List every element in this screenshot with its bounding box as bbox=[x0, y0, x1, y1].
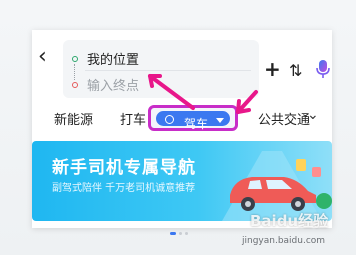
swap-button[interactable]: ⇅ bbox=[289, 61, 302, 81]
route-line bbox=[74, 64, 77, 80]
tab-new-energy[interactable]: 新能源 bbox=[54, 109, 93, 128]
carousel-dot bbox=[179, 232, 182, 235]
chevron-down-icon: ⌄ bbox=[307, 107, 319, 123]
input-divider bbox=[85, 70, 251, 71]
mic-icon bbox=[316, 60, 330, 78]
tab-driving[interactable]: 驾车 bbox=[156, 111, 230, 131]
banner-title: 新手司机专属导航 bbox=[52, 158, 196, 178]
car-icon bbox=[165, 115, 174, 124]
promo-banner[interactable]: 新手司机专属导航 副驾式陪伴 千万老司机诚意推荐 bbox=[32, 141, 332, 221]
page: ‹ 我的位置 输入终点 + ⇅ 新能源 打车 驾车 公共交通 ⌄ 新手司机专属导… bbox=[0, 0, 356, 255]
transport-tabs: 新能源 打车 驾车 公共交通 ⌄ bbox=[32, 104, 332, 132]
start-location-field[interactable]: 我的位置 bbox=[87, 49, 139, 68]
end-dot-icon bbox=[72, 82, 78, 88]
tab-taxi[interactable]: 打车 bbox=[120, 109, 146, 128]
chevron-left-icon: ‹ bbox=[38, 44, 47, 69]
voice-button[interactable] bbox=[315, 59, 331, 82]
carousel-indicator bbox=[170, 220, 194, 235]
start-dot-icon bbox=[72, 56, 78, 62]
carousel-dot bbox=[185, 232, 188, 235]
caret-down-icon bbox=[216, 118, 224, 123]
route-card: ‹ 我的位置 输入终点 + ⇅ 新能源 打车 驾车 公共交通 ⌄ 新手司机专属导… bbox=[32, 30, 332, 235]
tab-driving-label: 驾车 bbox=[184, 117, 209, 131]
watermark-brand: Baidu经验 bbox=[250, 212, 329, 230]
tab-public-transit[interactable]: 公共交通 bbox=[258, 109, 310, 128]
more-tabs-button[interactable]: ⌄ bbox=[307, 107, 319, 123]
watermark-url: jingyan.baidu.com bbox=[242, 236, 326, 246]
plus-icon: + bbox=[264, 57, 281, 81]
car-illustration bbox=[222, 151, 332, 221]
tab-driving-highlight[interactable]: 驾车 bbox=[148, 105, 238, 131]
back-button[interactable]: ‹ bbox=[38, 46, 56, 68]
banner-subtitle: 副驾式陪伴 千万老司机诚意推荐 bbox=[52, 183, 196, 194]
carousel-dot-active bbox=[170, 232, 176, 235]
swap-icon: ⇅ bbox=[289, 61, 303, 80]
add-waypoint-button[interactable]: + bbox=[264, 59, 281, 79]
destination-input[interactable]: 输入终点 bbox=[87, 75, 139, 94]
route-input-box: 我的位置 输入终点 bbox=[63, 40, 259, 98]
